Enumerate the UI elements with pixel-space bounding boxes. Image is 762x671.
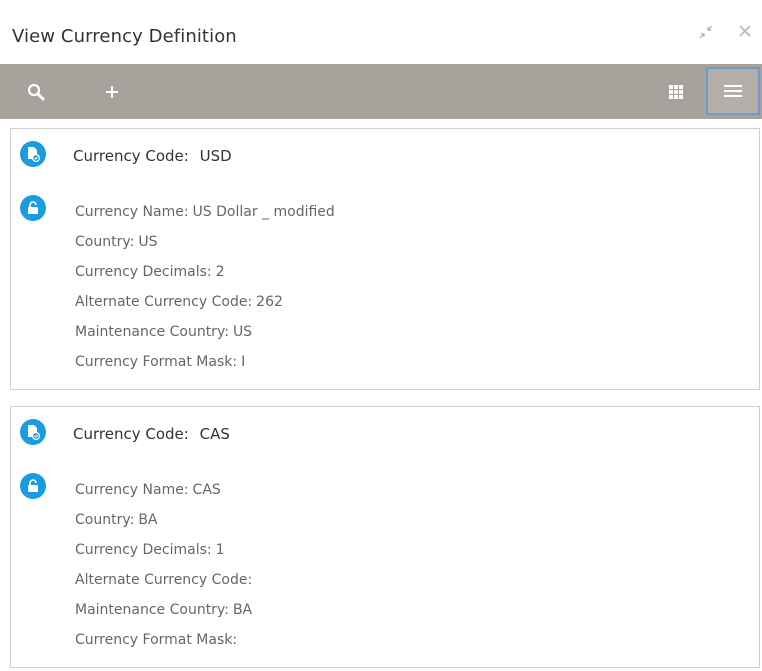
currency-format-mask-field: Currency Format Mask: I — [75, 351, 335, 381]
alternate-currency-code-field: Alternate Currency Code: 262 — [75, 291, 335, 321]
currency-code-label: Currency Code: — [73, 425, 189, 443]
currency-name-label: Currency Name: — [75, 482, 189, 498]
document-check-icon-graphic — [28, 147, 40, 162]
unlock-icon — [20, 195, 46, 221]
currency-name-field: Currency Name: US Dollar _ modified — [75, 201, 335, 231]
maintenance-country-value: BA — [232, 602, 253, 618]
minimize-icon[interactable] — [698, 24, 714, 43]
currency-fields: Currency Name: US Dollar _ modified Count… — [75, 201, 335, 381]
alternate-currency-code-label: Alternate Currency Code: — [75, 572, 253, 588]
close-icon[interactable] — [738, 24, 752, 41]
maintenance-country-label: Maintenance Country: — [75, 602, 229, 618]
unlock-icon-graphic — [28, 201, 38, 214]
currency-name-field: Currency Name: CAS — [75, 479, 256, 509]
currency-decimals-label: Currency Decimals: — [75, 264, 212, 280]
country-field: Country: US — [75, 231, 335, 261]
country-label: Country: — [75, 512, 135, 528]
unlock-icon — [20, 473, 46, 499]
search-icon — [27, 83, 45, 100]
currency-code-label: Currency Code: — [73, 147, 189, 165]
alternate-currency-code-field: Alternate Currency Code: — [75, 569, 256, 599]
currency-code-line: Currency Code: CAS — [73, 425, 230, 443]
currency-format-mask-label: Currency Format Mask: — [75, 632, 238, 648]
grid-view-button[interactable] — [656, 64, 696, 119]
search-button[interactable] — [16, 64, 56, 119]
window-title: View Currency Definition — [12, 26, 237, 47]
country-label: Country: — [75, 234, 135, 250]
add-icon — [106, 85, 118, 98]
currency-decimals-value: 1 — [215, 542, 225, 558]
currency-card[interactable]: Currency Code: USD Currency Name: US Doll… — [10, 128, 760, 390]
currency-decimals-field: Currency Decimals: 2 — [75, 261, 335, 291]
document-check-icon-graphic — [28, 425, 40, 440]
minimize-icon-graphic — [699, 25, 713, 39]
currency-code-value: CAS — [199, 425, 230, 443]
list-view-button[interactable] — [706, 67, 760, 115]
currency-name-value: US Dollar _ modified — [192, 204, 335, 220]
currency-format-mask-field: Currency Format Mask: — [75, 629, 256, 659]
document-icon — [20, 141, 46, 167]
currency-fields: Currency Name: CAS Country: BA Currency De… — [75, 479, 256, 659]
country-value: BA — [138, 512, 158, 528]
list-view-icon — [724, 85, 742, 97]
grid-view-icon — [669, 84, 683, 99]
close-icon-graphic — [739, 25, 751, 37]
maintenance-country-field: Maintenance Country: BA — [75, 599, 256, 629]
currency-decimals-value: 2 — [215, 264, 225, 280]
country-value: US — [138, 234, 158, 250]
maintenance-country-label: Maintenance Country: — [75, 324, 229, 340]
currency-code-line: Currency Code: USD — [73, 147, 232, 165]
maintenance-country-value: US — [232, 324, 253, 340]
window-header: View Currency Definition — [0, 0, 762, 64]
currency-decimals-field: Currency Decimals: 1 — [75, 539, 256, 569]
toolbar — [0, 64, 762, 119]
add-button[interactable] — [92, 64, 132, 119]
alternate-currency-code-value: 262 — [256, 294, 283, 310]
currency-card[interactable]: Currency Code: CAS Currency Name: CAS Cou… — [10, 406, 760, 668]
document-icon — [20, 419, 46, 445]
unlock-icon-graphic — [28, 479, 38, 492]
currency-name-value: CAS — [192, 482, 221, 498]
alternate-currency-code-label: Alternate Currency Code: — [75, 294, 253, 310]
currency-code-value: USD — [199, 147, 232, 165]
currency-decimals-label: Currency Decimals: — [75, 542, 212, 558]
currency-format-mask-label: Currency Format Mask: — [75, 354, 238, 370]
currency-name-label: Currency Name: — [75, 204, 189, 220]
currency-format-mask-value: I — [241, 354, 246, 370]
country-field: Country: BA — [75, 509, 256, 539]
maintenance-country-field: Maintenance Country: US — [75, 321, 335, 351]
